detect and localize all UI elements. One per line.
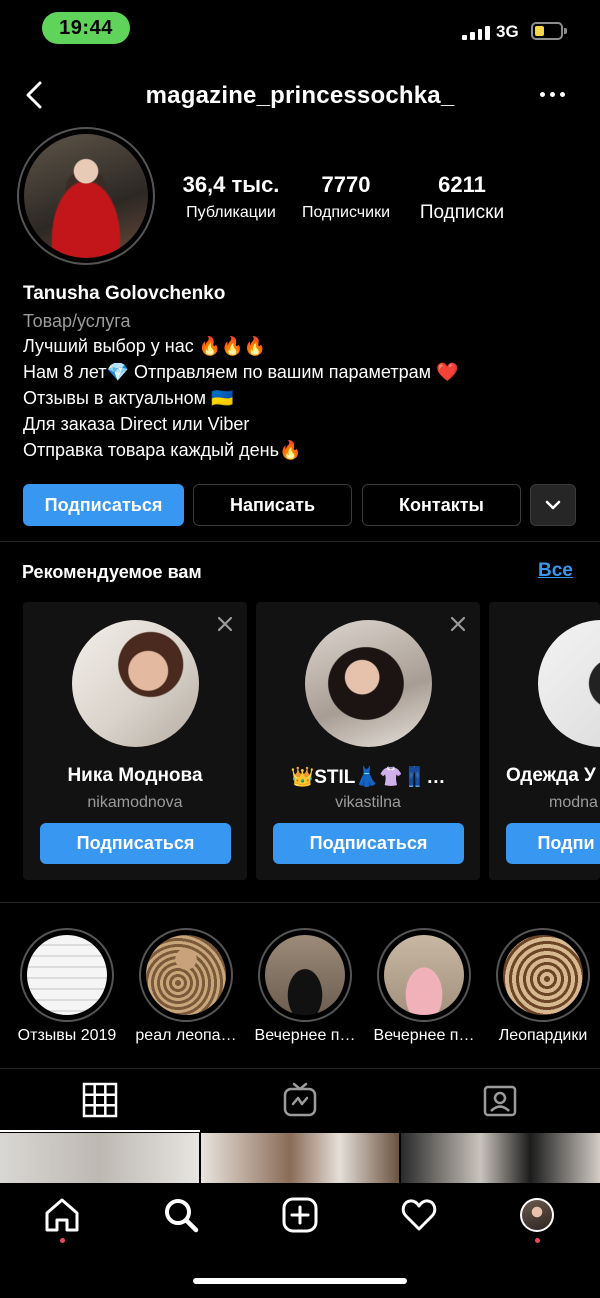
profile-tab-avatar[interactable] [520,1198,554,1232]
suggestion-name: Ника Моднова [67,765,203,786]
stat-following-value: 6211 [438,172,486,197]
profile-username: magazine_princessochka_ [145,82,455,109]
heart-icon[interactable] [400,1196,438,1234]
igtv-icon[interactable] [282,1082,318,1118]
bio-line: Нам 8 лет💎 Отправляем по вашим параметра… [23,362,459,382]
suggestion-handle: vikastilna [335,794,401,811]
stat-posts-value: 36,4 тыс. [182,172,280,197]
highlight-item[interactable] [20,928,114,1022]
suggestion-follow-button[interactable]: Подпи [506,823,600,864]
stat-followers[interactable]: 7770 Подписчики [294,172,398,222]
search-icon[interactable] [162,1196,200,1234]
stat-posts[interactable]: 36,4 тыс. Публикации [178,172,284,222]
highlight-label: реал леопа… [135,1027,237,1044]
stat-posts-label: Публикации [186,204,276,221]
grid-icon[interactable] [82,1082,118,1118]
highlight-item[interactable] [496,928,590,1022]
home-notification-dot [60,1238,65,1243]
suggestion-follow-button[interactable]: Подписаться [273,823,464,864]
suggestion-card: 👑STIL👗👚👖… vikastilna Подписаться [256,602,480,880]
close-icon[interactable] [450,616,466,632]
suggestion-card: Одежда У modna Подпи [489,602,600,880]
signal-icon [462,24,490,40]
suggestion-name: 👑STIL👗👚👖… [290,767,446,788]
follow-button[interactable]: Подписаться [23,484,184,526]
post-thumbnail[interactable] [0,1133,199,1183]
highlight-label: Леопардики [498,1027,588,1044]
home-indicator [193,1278,407,1284]
stat-following[interactable]: 6211 Подписки [410,172,514,224]
status-time: 19:44 [42,12,130,44]
network-type: 3G [496,22,519,41]
post-thumbnail[interactable] [201,1133,399,1183]
suggestion-handle: modna [549,794,598,811]
bio-line: Отзывы в актуальном 🇺🇦 [23,388,234,408]
highlight-item[interactable] [139,928,233,1022]
bio-line: Лучший выбор у нас 🔥🔥🔥 [23,336,266,356]
divider [0,902,600,903]
divider [0,541,600,542]
highlight-label: Вечернее п… [373,1027,475,1044]
highlight-label: Вечернее п… [254,1027,356,1044]
suggestion-avatar[interactable] [305,620,432,747]
bio-line: Отправка товара каждый день🔥 [23,440,302,460]
suggestion-name: Одежда У [506,765,596,786]
home-icon[interactable] [43,1196,81,1234]
suggestion-follow-button[interactable]: Подписаться [40,823,231,864]
chevron-down-icon [545,500,561,510]
battery-cap [564,28,567,34]
profile-avatar[interactable] [24,134,148,258]
new-post-icon[interactable] [281,1196,319,1234]
stat-followers-value: 7770 [321,172,371,197]
highlight-item[interactable] [377,928,471,1022]
suggestion-card: Ника Моднова nikamodnova Подписаться [23,602,247,880]
stat-followers-label: Подписчики [301,204,390,221]
more-options-icon[interactable] [540,92,565,97]
active-tab-indicator [0,1130,200,1132]
divider [0,1068,600,1069]
suggestion-avatar[interactable] [538,620,600,747]
message-button[interactable]: Написать [193,484,352,526]
post-thumbnail[interactable] [401,1133,600,1183]
profile-notification-dot [535,1238,540,1243]
stat-following-label: Подписки [419,202,505,223]
profile-category: Товар/услуга [23,311,131,331]
bio-line: Для заказа Direct или Viber [23,414,250,434]
suggestion-handle: nikamodnova [87,794,183,811]
suggestion-avatar[interactable] [72,620,199,747]
contacts-button[interactable]: Контакты [362,484,521,526]
profile-display-name: Tanusha Golovchenko [23,283,226,304]
battery-icon [531,22,563,40]
suggestions-toggle-button[interactable] [530,484,576,526]
see-all-link[interactable]: Все [538,560,573,582]
highlight-label: Отзывы 2019 [17,1027,117,1044]
close-icon[interactable] [217,616,233,632]
highlight-item[interactable] [258,928,352,1022]
suggestions-title: Рекомендуемое вам [22,562,202,582]
tagged-icon[interactable] [482,1082,518,1118]
